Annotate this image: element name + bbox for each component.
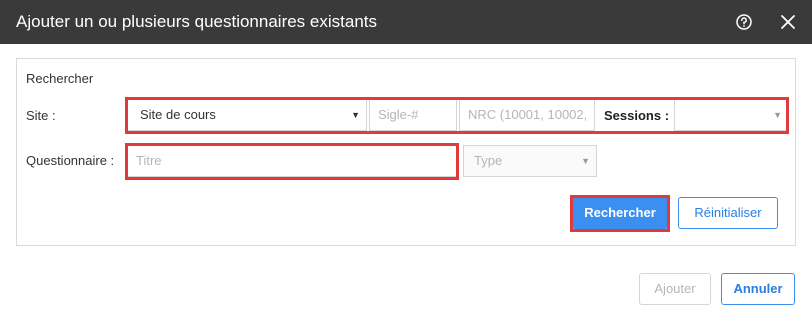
search-panel: Rechercher Site : Site de cours ▼ Sigle-… xyxy=(16,58,796,246)
questionnaire-label: Questionnaire : xyxy=(26,153,115,168)
close-icon[interactable] xyxy=(779,13,797,31)
site-label: Site : xyxy=(26,108,56,123)
reset-button[interactable]: Réinitialiser xyxy=(678,197,778,229)
search-button-highlight xyxy=(570,195,670,232)
titre-highlight xyxy=(125,143,459,180)
type-select[interactable]: Type ▼ xyxy=(463,145,597,177)
add-button[interactable]: Ajouter xyxy=(639,273,711,305)
search-section-label: Rechercher xyxy=(26,71,94,86)
chevron-down-icon: ▼ xyxy=(581,156,590,166)
site-row-highlight xyxy=(125,97,789,134)
dialog-titlebar: Ajouter un ou plusieurs questionnaires e… xyxy=(0,0,812,44)
dialog-title: Ajouter un ou plusieurs questionnaires e… xyxy=(16,12,377,31)
type-placeholder: Type xyxy=(474,153,503,168)
cancel-button[interactable]: Annuler xyxy=(721,273,795,305)
question-circle-icon[interactable] xyxy=(735,13,753,31)
